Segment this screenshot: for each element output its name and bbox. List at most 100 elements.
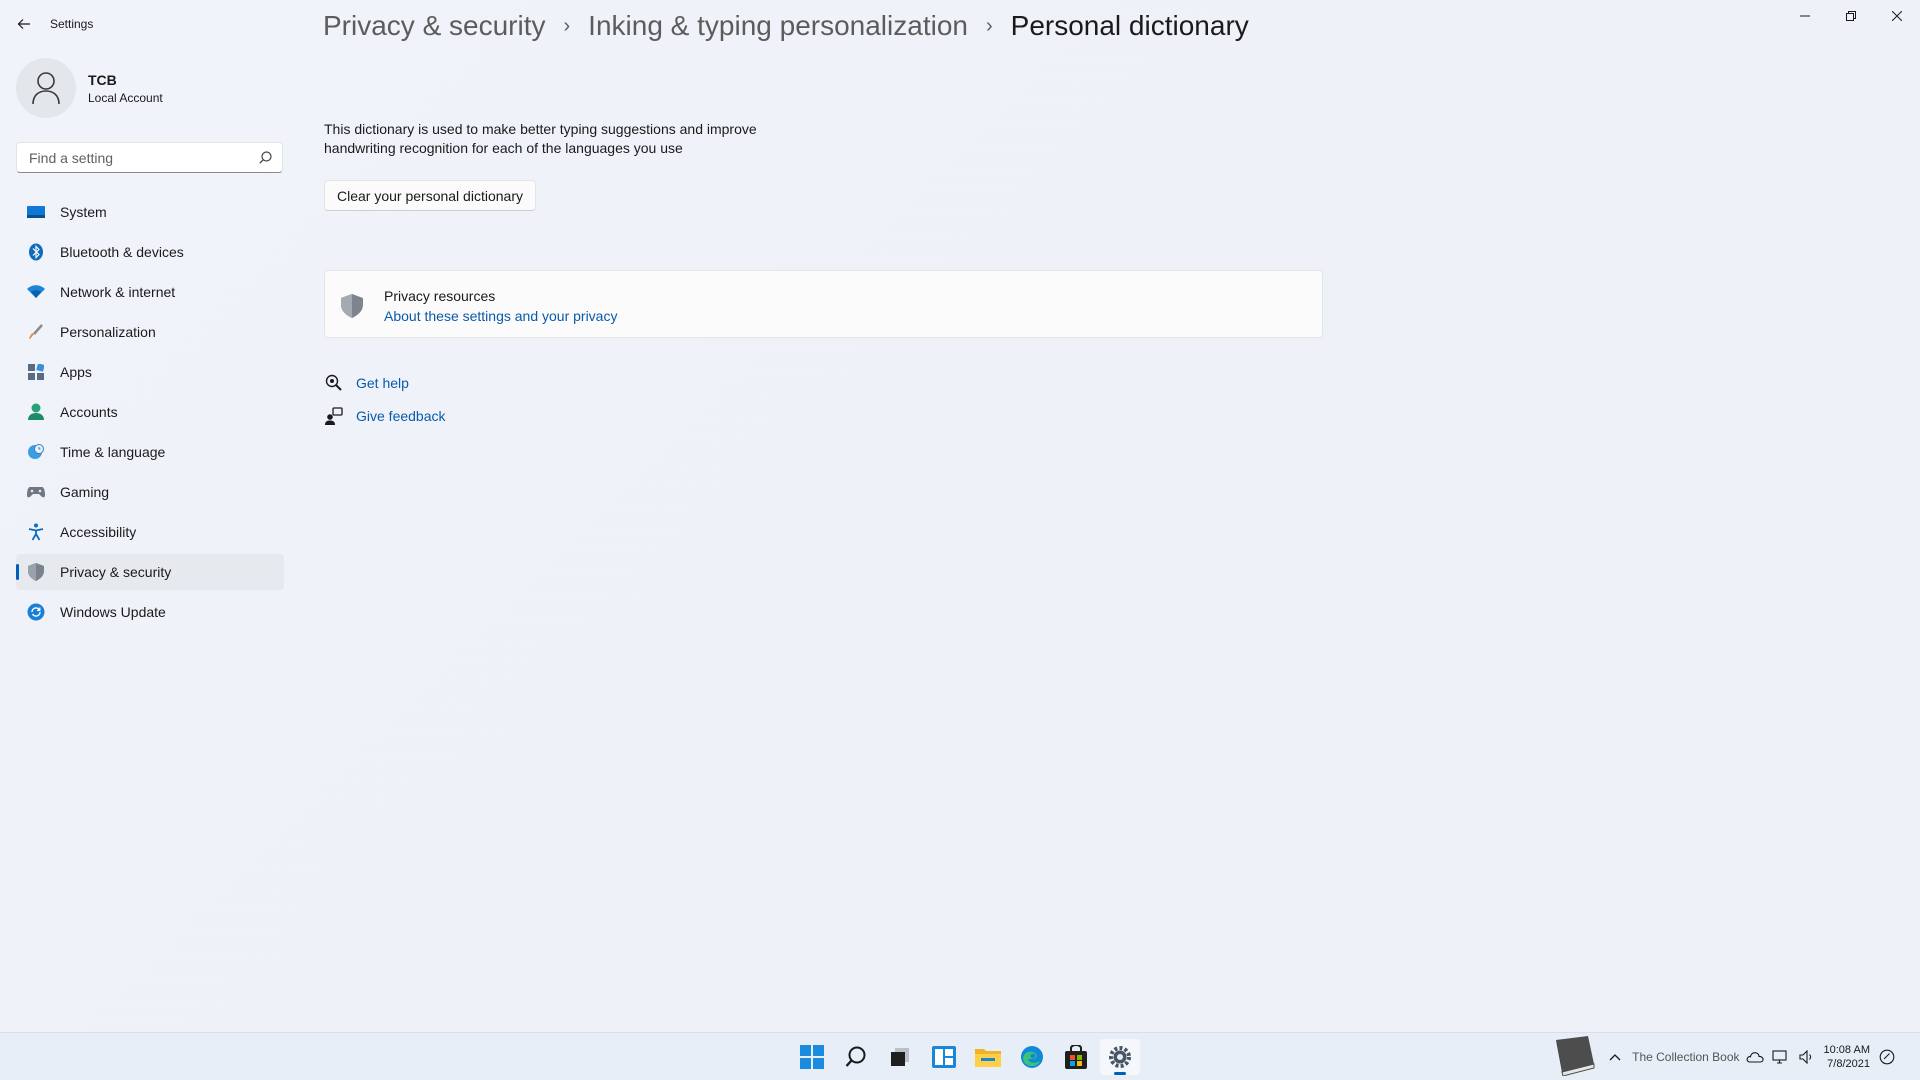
- nav-label-system: System: [60, 204, 107, 220]
- task-view-button[interactable]: [880, 1039, 920, 1075]
- speaker-icon: [1798, 1050, 1811, 1064]
- privacy-settings-link[interactable]: About these settings and your privacy: [384, 308, 617, 324]
- minimize-icon: [1800, 15, 1810, 17]
- nav-label-accounts: Accounts: [60, 404, 118, 420]
- nav-label-gaming: Gaming: [60, 484, 110, 500]
- settings-taskbar-button[interactable]: [1100, 1039, 1140, 1075]
- restore-icon: [1846, 11, 1856, 21]
- search-input[interactable]: [27, 149, 251, 167]
- start-button[interactable]: [792, 1039, 832, 1075]
- app-title: Settings: [50, 17, 94, 31]
- nav-menu: System Bluetooth & devices Network & int…: [16, 194, 284, 634]
- sidebar-item-time-language[interactable]: Time & language: [16, 434, 284, 470]
- clock-date: 7/8/2021: [1827, 1058, 1870, 1070]
- close-icon: [1892, 11, 1902, 21]
- nav-label-time-language: Time & language: [60, 444, 166, 460]
- chevron-up-icon: [1609, 1054, 1621, 1061]
- wifi-icon: [26, 282, 46, 302]
- show-hidden-icons-button[interactable]: [1606, 1048, 1624, 1066]
- breadcrumb-inking-typing[interactable]: Inking & typing personalization: [588, 10, 968, 42]
- sidebar-item-personalization[interactable]: Personalization: [16, 314, 284, 350]
- privacy-resources-card: Privacy resources About these settings a…: [324, 270, 1323, 338]
- accessibility-icon: [26, 522, 46, 542]
- breadcrumb-privacy-security[interactable]: Privacy & security: [323, 10, 546, 42]
- get-help-link[interactable]: Get help: [324, 373, 409, 393]
- close-button[interactable]: [1874, 0, 1920, 32]
- privacy-resources-title: Privacy resources: [384, 288, 496, 304]
- sidebar-item-network[interactable]: Network & internet: [16, 274, 284, 310]
- system-tray: The Collection Book 10:08 AM 7/8/2021: [1548, 1035, 1904, 1077]
- profile-text: TCB Local Account: [88, 72, 163, 105]
- windows-start-icon: [800, 1045, 824, 1069]
- shield-icon: [341, 294, 363, 323]
- edge-button[interactable]: [1012, 1039, 1052, 1075]
- sidebar-item-gaming[interactable]: Gaming: [16, 474, 284, 510]
- taskbar-search-button[interactable]: [836, 1039, 876, 1075]
- search-icon[interactable]: [259, 151, 272, 164]
- update-icon: [26, 602, 46, 622]
- clock[interactable]: 10:08 AM 7/8/2021: [1824, 1043, 1870, 1071]
- breadcrumb-separator-2: ›: [985, 14, 993, 37]
- sidebar-item-accessibility[interactable]: Accessibility: [16, 514, 284, 550]
- widgets-button[interactable]: [924, 1039, 964, 1075]
- feedback-icon: [324, 406, 344, 426]
- dictionary-description: This dictionary is used to make better t…: [324, 121, 757, 156]
- globe-clock-icon: [26, 442, 46, 462]
- avatar: [16, 58, 76, 118]
- user-name: TCB: [88, 71, 117, 88]
- edge-icon: [1021, 1046, 1043, 1068]
- user-icon: [32, 72, 60, 105]
- clear-dictionary-button[interactable]: Clear your personal dictionary: [324, 180, 536, 211]
- network-icon: [1771, 1050, 1787, 1064]
- nav-label-bluetooth: Bluetooth & devices: [60, 244, 184, 260]
- person-icon: [26, 402, 46, 422]
- book-overlay-icon: [1548, 1034, 1600, 1080]
- network-button[interactable]: [1771, 1048, 1790, 1066]
- widgets-icon: [932, 1046, 956, 1068]
- taskbar-apps: [792, 1039, 1144, 1075]
- page-title: Personal dictionary: [1010, 10, 1249, 41]
- cloud-icon: [1746, 1052, 1764, 1063]
- monitor-icon: [26, 202, 46, 222]
- notifications-button[interactable]: [1878, 1048, 1896, 1066]
- give-feedback-label: Give feedback: [356, 408, 446, 424]
- account-type: Local Account: [88, 90, 163, 105]
- nav-label-accessibility: Accessibility: [60, 524, 137, 540]
- get-help-icon: [324, 373, 344, 393]
- notification-icon: [1879, 1049, 1895, 1065]
- window-controls: [1782, 0, 1920, 32]
- taskbar: The Collection Book 10:08 AM 7/8/2021: [0, 1032, 1920, 1080]
- breadcrumb-separator-1: ›: [563, 14, 571, 37]
- store-icon: [1065, 1045, 1087, 1069]
- nav-label-network: Network & internet: [60, 284, 176, 300]
- search-box: [16, 142, 283, 173]
- file-explorer-button[interactable]: [968, 1039, 1008, 1075]
- back-arrow-icon: [17, 19, 30, 29]
- sidebar-item-windows-update[interactable]: Windows Update: [16, 594, 284, 630]
- shield-icon: [26, 562, 46, 582]
- sidebar-item-privacy-security[interactable]: Privacy & security: [16, 554, 284, 590]
- file-explorer-icon: [975, 1049, 1001, 1067]
- search-icon: [845, 1046, 866, 1067]
- sidebar-item-system[interactable]: System: [16, 194, 284, 230]
- store-button[interactable]: [1056, 1039, 1096, 1075]
- back-button[interactable]: [12, 12, 36, 36]
- user-profile[interactable]: TCB Local Account: [16, 58, 163, 118]
- sidebar-item-accounts[interactable]: Accounts: [16, 394, 284, 430]
- gamepad-icon: [26, 482, 46, 502]
- apps-icon: [26, 362, 46, 382]
- settings-icon: [1109, 1046, 1131, 1068]
- volume-button[interactable]: [1798, 1048, 1816, 1066]
- bluetooth-icon: [26, 242, 46, 262]
- sidebar-item-bluetooth[interactable]: Bluetooth & devices: [16, 234, 284, 270]
- onedrive-button[interactable]: [1746, 1048, 1764, 1066]
- nav-label-privacy-security: Privacy & security: [60, 564, 172, 580]
- task-view-icon: [891, 1048, 909, 1066]
- give-feedback-link[interactable]: Give feedback: [324, 406, 446, 426]
- breadcrumb: Privacy & security › Inking & typing per…: [323, 10, 1249, 42]
- restore-button[interactable]: [1828, 0, 1874, 32]
- sidebar-item-apps[interactable]: Apps: [16, 354, 284, 390]
- tray-overlay-text: The Collection Book: [1632, 1050, 1740, 1064]
- settings-window: Settings TCB Local Account Find a settin…: [0, 0, 1920, 1032]
- minimize-button[interactable]: [1782, 0, 1828, 32]
